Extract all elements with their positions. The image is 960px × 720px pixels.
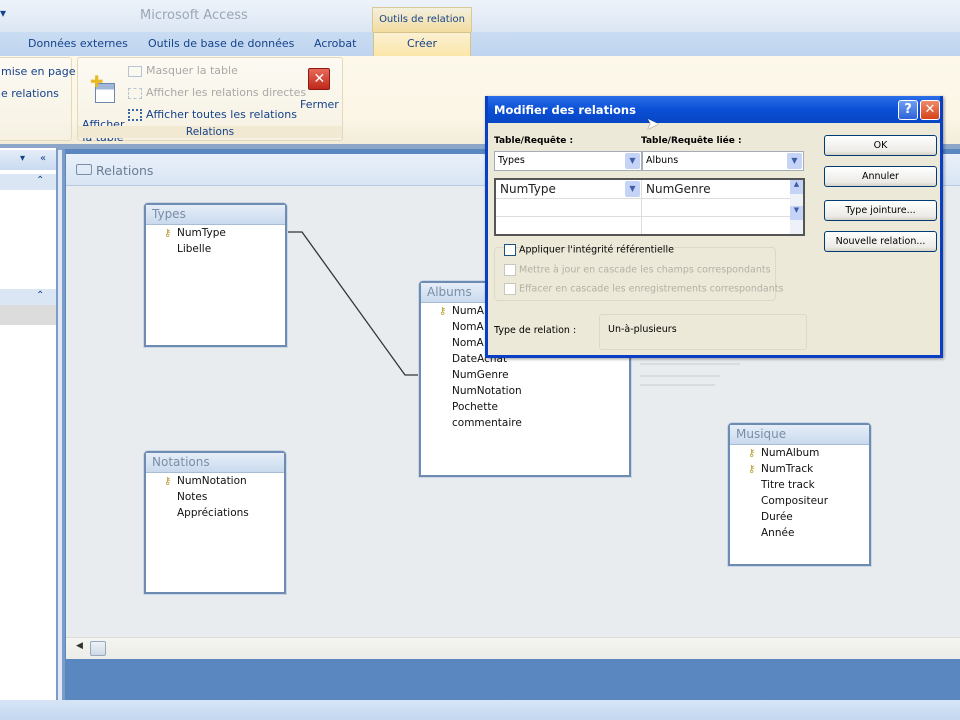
relationship-line-types-albums: [287, 231, 420, 376]
dialog-title: Modifier des relations: [494, 103, 636, 117]
field-item[interactable]: ⚷ NumAlbum: [730, 445, 869, 461]
horizontal-scrollbar[interactable]: ◀: [66, 637, 960, 659]
field-item[interactable]: Année: [730, 525, 869, 541]
primary-key-icon: ⚷: [748, 464, 756, 475]
relation-type-label: Type de relation :: [494, 325, 577, 336]
table-types[interactable]: Types ⚷ NumType Libelle: [144, 203, 287, 347]
chevron-down-icon[interactable]: ▼: [625, 181, 640, 197]
cascade-delete-checkbox[interactable]: Effacer en cascade les enregistrements c…: [504, 283, 783, 295]
enforce-integrity-checkbox[interactable]: Appliquer l'intégrité référentielle: [504, 244, 674, 256]
right-field-cell[interactable]: NumGenre: [642, 180, 790, 199]
checkbox[interactable]: [504, 244, 516, 256]
related-table-label: Table/Requête liée :: [641, 136, 742, 146]
table-title[interactable]: Musique: [730, 425, 869, 445]
field-item[interactable]: Libelle: [146, 241, 285, 257]
relation-type-value: Un-à-plusieurs: [599, 314, 807, 350]
empty-grid-row[interactable]: [496, 199, 790, 234]
scroll-up-icon[interactable]: ▲: [790, 180, 803, 194]
scroll-down-icon[interactable]: ▼: [790, 206, 803, 220]
field-item[interactable]: Durée: [730, 509, 869, 525]
checkbox[interactable]: [504, 283, 516, 295]
join-type-button[interactable]: Type jointure...: [824, 200, 937, 221]
close-icon[interactable]: ✕: [920, 100, 940, 120]
field-item[interactable]: ⚷ NumNotation: [146, 473, 284, 489]
chevron-down-icon[interactable]: ▼: [625, 153, 640, 169]
table-query-label: Table/Requête :: [494, 136, 574, 146]
cascade-update-checkbox[interactable]: Mettre à jour en cascade les champs corr…: [504, 264, 771, 276]
primary-key-icon: ⚷: [164, 476, 172, 487]
scrollbar-thumb[interactable]: [90, 641, 106, 656]
dialog-title-bar[interactable]: Modifier des relations ? ✕: [488, 96, 940, 123]
new-relation-button[interactable]: Nouvelle relation...: [824, 231, 937, 252]
ok-button[interactable]: OK: [824, 135, 937, 156]
scroll-left-icon[interactable]: ◀: [76, 641, 83, 651]
field-item[interactable]: Appréciations: [146, 505, 284, 521]
field-item[interactable]: ⚷ NumTrack: [730, 461, 869, 477]
field-item[interactable]: Compositeur: [730, 493, 869, 509]
status-bar: [0, 700, 960, 720]
field-item[interactable]: commentaire: [421, 415, 629, 431]
table-musique[interactable]: Musique ⚷ NumAlbum ⚷ NumTrack Titre track …: [728, 423, 871, 566]
table-query-select[interactable]: Types ▼: [494, 151, 642, 171]
primary-key-icon: ⚷: [748, 448, 756, 459]
field-item[interactable]: ⚷ NumType: [146, 225, 285, 241]
related-table-select[interactable]: Albuns ▼: [642, 151, 804, 171]
chevron-down-icon[interactable]: ▼: [787, 153, 802, 169]
grid-scrollbar[interactable]: ▲ ▼: [790, 180, 803, 234]
edit-relationships-dialog: Modifier des relations ? ✕ Table/Requête…: [485, 96, 943, 358]
field-item[interactable]: NumNotation: [421, 383, 629, 399]
field-item[interactable]: Titre track: [730, 477, 869, 493]
mouse-cursor-icon: ➤: [646, 114, 660, 133]
primary-key-icon: ⚷: [164, 228, 172, 239]
checkbox[interactable]: [504, 264, 516, 276]
field-item[interactable]: Notes: [146, 489, 284, 505]
field-item[interactable]: NumGenre: [421, 367, 629, 383]
field-item[interactable]: Pochette: [421, 399, 629, 415]
help-icon[interactable]: ?: [898, 100, 918, 120]
fields-grid: NumType ▼ NumGenre ▲ ▼: [494, 178, 805, 236]
left-field-select[interactable]: NumType ▼: [496, 180, 642, 199]
table-title[interactable]: Types: [146, 205, 285, 225]
table-notations[interactable]: Notations ⚷ NumNotation Notes Appréciatio…: [144, 451, 286, 594]
primary-key-icon: ⚷: [439, 306, 447, 317]
table-title[interactable]: Notations: [146, 453, 284, 473]
cancel-button[interactable]: Annuler: [824, 166, 937, 187]
